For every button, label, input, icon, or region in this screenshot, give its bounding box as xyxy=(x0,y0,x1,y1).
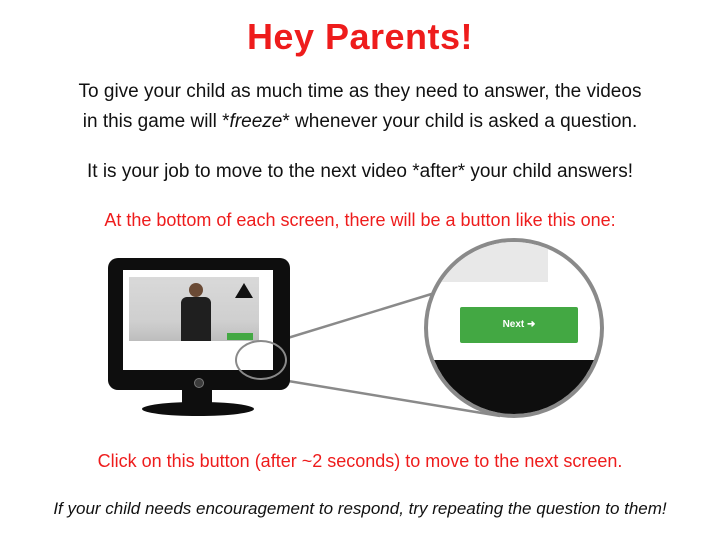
intro-line-2: in this game will *freeze* whenever your… xyxy=(82,111,638,132)
mini-next-button xyxy=(227,333,253,340)
click-instruction: Click on this button (after ~2 seconds) … xyxy=(97,451,623,471)
video-thumbnail xyxy=(129,277,259,341)
monitor-stand xyxy=(142,402,254,416)
magnifier-source-circle xyxy=(235,340,287,380)
power-button-icon xyxy=(194,378,204,388)
page-title: Hey Parents! xyxy=(246,16,474,57)
zoom-monitor-bezel xyxy=(428,360,600,414)
person-head xyxy=(189,283,203,297)
next-button[interactable]: Next ➜ xyxy=(460,307,578,343)
person-body xyxy=(181,297,211,341)
magnifier-circle-icon: Next ➜ xyxy=(424,238,604,418)
intro-paragraph: To give your child as much time as they … xyxy=(0,77,720,137)
encouragement-note: If your child needs encouragement to res… xyxy=(53,499,667,518)
freeze-emphasis: freeze xyxy=(229,111,283,132)
intro-line-1: To give your child as much time as they … xyxy=(78,81,642,102)
job-paragraph: It is your job to move to the next video… xyxy=(87,161,633,182)
illustration: Next ➜ xyxy=(100,238,620,432)
triangle-icon xyxy=(235,283,253,298)
button-hint-paragraph: At the bottom of each screen, there will… xyxy=(104,210,616,230)
arrow-right-icon: ➜ xyxy=(527,319,536,330)
zoom-video-edge xyxy=(428,242,548,282)
next-button-label: Next xyxy=(502,319,525,330)
